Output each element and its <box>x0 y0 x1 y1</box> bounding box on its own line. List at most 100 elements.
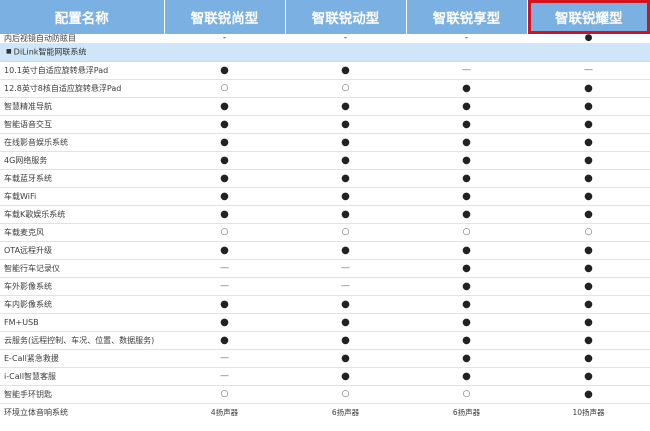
row-value: ● <box>406 259 527 278</box>
row-value: — <box>164 277 285 296</box>
row-value: ○ <box>164 79 285 98</box>
row-value: ● <box>406 349 527 368</box>
table-row: FM+USB ● ● ● ● <box>0 313 650 332</box>
row-value: — <box>285 277 406 296</box>
row-value: ● <box>406 169 527 188</box>
row-value: ● <box>285 241 406 260</box>
row-value: 10扬声器 <box>572 407 605 417</box>
row-value: 4扬声器 <box>210 407 239 417</box>
row-value: ● <box>406 205 527 224</box>
row-value: ● <box>285 133 406 152</box>
row-value: ● <box>285 331 406 350</box>
table-row: 车内影像系统 ● ● ● ● <box>0 295 650 314</box>
row-value: - <box>164 34 285 44</box>
row-value: ● <box>285 187 406 206</box>
row-value: ● <box>285 295 406 314</box>
row-value: ● <box>406 331 527 350</box>
row-value: ● <box>285 169 406 188</box>
row-value: 6扬声器 <box>452 407 481 417</box>
row-label: 车载蓝牙系统 <box>0 169 164 188</box>
row-value: ○ <box>527 223 650 242</box>
header-config-name: 配置名称 <box>0 0 165 34</box>
row-value: ● <box>285 349 406 368</box>
table-row: i-Call智慧客服 — ● ● ● <box>0 367 650 386</box>
row-value: ● <box>285 205 406 224</box>
table-row: 12.8英寸8核自适应旋转悬浮Pad ○ ○ ● ● <box>0 79 650 98</box>
row-label: 在线影音娱乐系统 <box>0 133 164 152</box>
table-row-top: 内后视镜自动防眩目 - - - ● <box>0 34 650 44</box>
row-value: ● <box>527 205 650 224</box>
row-value: ● <box>527 331 650 350</box>
row-label: 4G网络服务 <box>0 151 164 170</box>
row-value: — <box>164 367 285 386</box>
row-value: ○ <box>406 223 527 242</box>
header-row: 配置名称 智联锐尚型 智联锐动型 智联锐享型 智联锐耀型 <box>0 0 650 34</box>
row-value: ● <box>285 151 406 170</box>
row-label: i-Call智慧客服 <box>0 367 164 386</box>
row-label: 12.8英寸8核自适应旋转悬浮Pad <box>0 79 164 98</box>
table-row: 4G网络服务 ● ● ● ● <box>0 151 650 170</box>
row-value: ● <box>164 97 285 116</box>
row-value: ● <box>406 187 527 206</box>
row-label: 智能手环钥匙 <box>0 385 164 404</box>
row-value: ● <box>285 97 406 116</box>
header-trim-4-highlighted: 智联锐耀型 <box>527 0 650 34</box>
row-value: ● <box>406 277 527 296</box>
row-value: ○ <box>406 385 527 404</box>
header-trim-3: 智联锐享型 <box>406 0 528 34</box>
row-label: 10.1英寸自适应旋转悬浮Pad <box>0 61 164 80</box>
row-label: 智能语音交互 <box>0 115 164 134</box>
row-value: ● <box>406 133 527 152</box>
row-value: ○ <box>285 79 406 98</box>
spec-table: 配置名称 智联锐尚型 智联锐动型 智联锐享型 智联锐耀型 内后视镜自动防眩目 -… <box>0 0 650 421</box>
row-value: ● <box>406 313 527 332</box>
row-value: ● <box>164 115 285 134</box>
row-value: ● <box>527 187 650 206</box>
row-value: ● <box>527 385 650 404</box>
section-row: ■ DiLink智能网联系统 <box>0 43 650 62</box>
row-value: ● <box>527 349 650 368</box>
section-marker-icon: ■ <box>6 48 12 55</box>
row-value: ● <box>406 115 527 134</box>
table-row: 车载麦克风 ○ ○ ○ ○ <box>0 223 650 242</box>
row-label: 环境立体音响系统 <box>4 407 68 417</box>
row-value: — <box>164 349 285 368</box>
row-value: — <box>406 61 527 80</box>
row-value: ● <box>527 277 650 296</box>
row-label: 云服务(远程控制、车况、位置、数据服务) <box>0 331 164 350</box>
row-value: ● <box>527 97 650 116</box>
row-value: ● <box>285 61 406 80</box>
table-row: 云服务(远程控制、车况、位置、数据服务) ● ● ● ● <box>0 331 650 350</box>
table-row: 车外影像系统 — — ● ● <box>0 277 650 296</box>
table-row: 智慧精准导航 ● ● ● ● <box>0 97 650 116</box>
row-value: — <box>164 259 285 278</box>
row-value: - <box>406 34 527 44</box>
row-value: ● <box>406 151 527 170</box>
row-value: ● <box>527 313 650 332</box>
table-row: 智能行车记录仪 — — ● ● <box>0 259 650 278</box>
row-value: ● <box>164 313 285 332</box>
table-row: 车载K歌娱乐系统 ● ● ● ● <box>0 205 650 224</box>
row-value: ● <box>406 367 527 386</box>
row-label: 车内影像系统 <box>0 295 164 314</box>
section-header: ■ DiLink智能网联系统 <box>0 43 650 62</box>
table-row: E-Call紧急救援 — ● ● ● <box>0 349 650 368</box>
row-value: ● <box>527 259 650 278</box>
row-value: — <box>527 61 650 80</box>
header-trim-1: 智联锐尚型 <box>164 0 286 34</box>
row-value: ● <box>285 115 406 134</box>
row-value: ● <box>164 295 285 314</box>
table-row: OTA远程升级 ● ● ● ● <box>0 241 650 260</box>
row-value: ● <box>527 133 650 152</box>
row-label: 智慧精准导航 <box>0 97 164 116</box>
row-value: ● <box>527 241 650 260</box>
row-value: - <box>285 34 406 44</box>
row-value: ● <box>527 79 650 98</box>
row-value: ● <box>285 313 406 332</box>
row-value: ● <box>164 241 285 260</box>
row-value: ○ <box>285 223 406 242</box>
row-value: ● <box>164 205 285 224</box>
table-body: 内后视镜自动防眩目 - - - ● ■ DiLink智能网联系统 10.1英寸自适… <box>0 34 650 421</box>
row-value: ● <box>164 133 285 152</box>
table-row: 在线影音娱乐系统 ● ● ● ● <box>0 133 650 152</box>
